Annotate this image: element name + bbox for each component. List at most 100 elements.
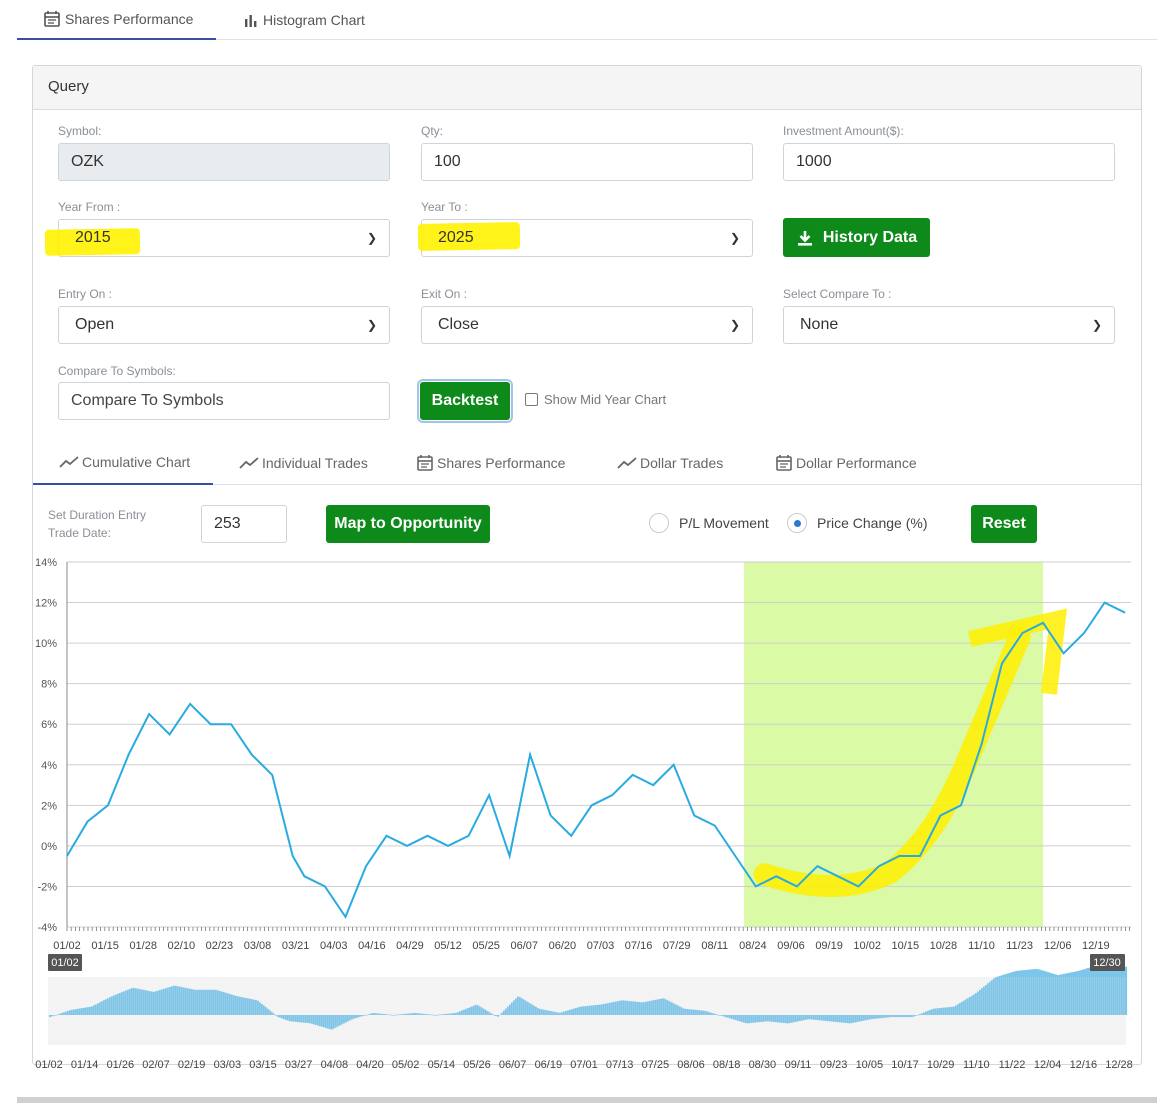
y-tick-label: 6% xyxy=(41,719,57,731)
checkbox-box[interactable] xyxy=(525,393,538,406)
scrollbar[interactable] xyxy=(17,1097,1157,1103)
year-from-value: 2015 xyxy=(75,229,111,246)
duration-input[interactable]: 253 xyxy=(201,505,287,543)
x-tick-label: 01/02 xyxy=(53,940,81,952)
nav-x-tick-label: 07/25 xyxy=(642,1059,670,1071)
tab-shares-performance[interactable]: Shares Performance xyxy=(17,0,216,40)
nav-x-tick-label: 04/20 xyxy=(356,1059,384,1071)
y-tick-label: -2% xyxy=(37,881,57,893)
x-tick-label: 05/25 xyxy=(472,940,500,952)
exit-on-select[interactable]: Close ❯ xyxy=(421,306,753,344)
x-tick-label: 01/28 xyxy=(129,940,157,952)
nav-x-tick-label: 06/07 xyxy=(499,1059,527,1071)
nav-x-tick-label: 10/05 xyxy=(856,1059,884,1071)
navigator-bars xyxy=(48,964,1128,1045)
radio-circle-selected[interactable] xyxy=(787,513,807,533)
year-to-label: Year To : xyxy=(421,200,468,214)
tab-dollar-trades[interactable]: Dollar Trades xyxy=(617,441,723,485)
nav-x-tick-label: 10/17 xyxy=(891,1059,919,1071)
bar-chart-icon xyxy=(245,15,257,27)
x-tick-label: 05/12 xyxy=(434,940,462,952)
nav-x-tick-label: 01/26 xyxy=(107,1059,135,1071)
nav-x-tick-label: 07/13 xyxy=(606,1059,634,1071)
x-tick-label: 03/08 xyxy=(244,940,272,952)
y-tick-label: 2% xyxy=(41,800,57,812)
tab-label: Shares Performance xyxy=(65,11,194,27)
reset-button[interactable]: Reset xyxy=(971,505,1037,543)
radio-price-label: Price Change (%) xyxy=(817,515,928,531)
radio-price-change[interactable]: Price Change (%) xyxy=(787,513,928,533)
nav-x-tick-label: 01/14 xyxy=(71,1059,99,1071)
y-tick-label: 10% xyxy=(35,638,57,650)
nav-x-tick-label: 03/27 xyxy=(285,1059,313,1071)
x-tick-label: 07/03 xyxy=(587,940,615,952)
history-data-label: History Data xyxy=(822,228,918,246)
entry-on-select[interactable]: Open ❯ xyxy=(58,306,390,344)
nav-x-tick-label: 05/14 xyxy=(428,1059,456,1071)
year-from-select[interactable]: 2015 ❯ xyxy=(44,219,390,257)
tab-label: Dollar Trades xyxy=(640,455,724,471)
qty-label: Qty: xyxy=(421,124,444,138)
x-tick-label: 06/07 xyxy=(510,940,538,952)
radio-pl-movement[interactable]: P/L Movement xyxy=(649,513,769,533)
calendar-icon xyxy=(417,455,433,471)
x-tick-label: 06/20 xyxy=(549,940,577,952)
x-tick-label: 08/24 xyxy=(739,940,767,952)
range-navigator[interactable]: 01/02 01/14 01/26 02/07 02/19 03/03 03/15 03/27… xyxy=(0,952,1163,1077)
nav-x-tick-label: 02/07 xyxy=(142,1059,170,1071)
backtest-button[interactable]: Backtest xyxy=(417,379,513,423)
investment-field[interactable]: 1000 xyxy=(783,143,1115,181)
nav-x-tick-label: 07/01 xyxy=(570,1059,598,1071)
nav-x-tick-label: 06/19 xyxy=(535,1059,563,1071)
tab-shares-performance-chart[interactable]: Shares Performance xyxy=(416,441,565,485)
nav-x-tick-label: 11/10 xyxy=(963,1059,990,1071)
show-mid-year-checkbox[interactable]: Show Mid Year Chart xyxy=(525,392,666,407)
nav-x-tick-label: 11/22 xyxy=(999,1059,1026,1071)
history-data-button[interactable]: History Data xyxy=(783,218,930,257)
x-tick-label: 07/16 xyxy=(625,940,653,952)
year-to-value: 2025 xyxy=(438,229,474,246)
tab-individual-trades[interactable]: Individual Trades xyxy=(239,441,368,485)
nav-bar xyxy=(1125,966,1128,1015)
tab-histogram-chart[interactable]: Histogram Chart xyxy=(243,0,365,40)
nav-start-label: 01/02 xyxy=(51,957,79,969)
nav-x-tick-label: 08/18 xyxy=(713,1059,741,1071)
y-tick-label: 14% xyxy=(35,557,57,569)
chevron-down-icon: ❯ xyxy=(1091,318,1102,332)
navigator-start-handle[interactable]: 01/02 xyxy=(48,954,82,971)
x-tick-label: 11/10 xyxy=(968,940,995,952)
tab-dollar-performance[interactable]: Dollar Performance xyxy=(775,441,917,485)
radio-circle[interactable] xyxy=(649,513,669,533)
tab-cumulative-chart[interactable]: Cumulative Chart xyxy=(33,441,213,485)
calendar-icon xyxy=(44,11,60,27)
year-to-select[interactable]: 2025 ❯ xyxy=(417,219,753,257)
nav-x-tick-label: 01/02 xyxy=(35,1059,63,1071)
compare-symbols-input[interactable]: Compare To Symbols xyxy=(58,382,390,420)
duration-label-line1: Set Duration Entry xyxy=(48,508,147,522)
nav-x-tick-label: 12/04 xyxy=(1034,1059,1062,1071)
nav-x-tick-label: 10/29 xyxy=(927,1059,955,1071)
map-to-opportunity-button[interactable]: Map to Opportunity xyxy=(326,505,490,543)
x-tick-label: 10/28 xyxy=(930,940,958,952)
navigator-end-handle[interactable]: 12/30 xyxy=(1090,954,1125,971)
duration-label: Set Duration Entry Trade Date: xyxy=(48,506,146,542)
y-tick-label: 0% xyxy=(41,841,57,853)
nav-x-tick-label: 05/02 xyxy=(392,1059,420,1071)
investment-label: Investment Amount($): xyxy=(783,124,904,138)
x-tick-label: 08/11 xyxy=(701,940,728,952)
year-from-label: Year From : xyxy=(58,200,121,214)
compare-to-value: None xyxy=(800,316,839,333)
exit-on-label: Exit On : xyxy=(421,287,468,301)
x-tick-label: 09/19 xyxy=(815,940,843,952)
navigator-x-labels: 01/02 01/14 01/26 02/07 02/19 03/03 03/15 03/27… xyxy=(35,1059,1133,1071)
download-icon xyxy=(797,230,812,246)
compare-to-select[interactable]: None ❯ xyxy=(783,306,1115,344)
nav-x-tick-label: 12/16 xyxy=(1070,1059,1098,1071)
cumulative-line-chart[interactable]: 14% 12% 10% 8% 6% 4% 2% 0% -2% -4% 01/02 01/15 01/2… xyxy=(0,550,1163,955)
nav-x-tick-label: 09/23 xyxy=(820,1059,848,1071)
x-tick-label: 04/29 xyxy=(396,940,424,952)
qty-field[interactable]: 100 xyxy=(421,143,753,181)
exit-on-value: Close xyxy=(438,316,479,333)
x-tick-label: 11/23 xyxy=(1006,940,1033,952)
x-tick-label: 01/15 xyxy=(91,940,119,952)
